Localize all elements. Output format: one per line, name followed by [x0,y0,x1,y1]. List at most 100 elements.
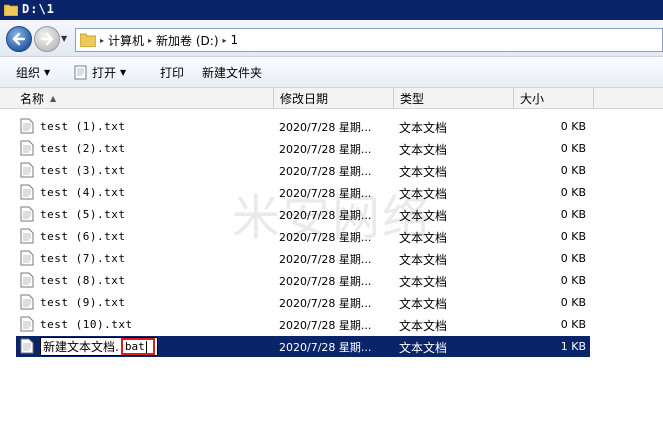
address-bar[interactable]: ▸ 计算机 ▸ 新加卷 (D:) ▸ 1 [75,28,663,52]
open-button[interactable]: 打开 ▼ [74,64,126,80]
breadcrumb-computer[interactable]: 计算机 [108,32,144,49]
column-header: 名称 ▲ 修改日期 类型 大小 [0,88,663,109]
file-row[interactable]: test (8).txt 2020/7/28 星期... 文本文档 0 KB [16,270,590,291]
rename-extension-highlight: bat [120,338,155,355]
file-name: test (9).txt [40,296,126,309]
breadcrumb-folder[interactable]: 1 [231,33,239,47]
file-name: test (7).txt [40,252,126,265]
chevron-right-icon[interactable]: ▸ [148,36,152,45]
file-type: 文本文档 [399,253,448,267]
file-row[interactable]: test (10).txt 2020/7/28 星期... 文本文档 0 KB [16,314,590,335]
column-type-label: 类型 [400,91,425,106]
file-name: test (1).txt [40,120,126,133]
file-size: 0 KB [560,120,586,133]
file-size: 0 KB [560,208,586,221]
file-size: 0 KB [560,318,586,331]
column-size[interactable]: 大小 [514,88,594,108]
file-size: 0 KB [560,274,586,287]
text-file-icon [20,118,34,134]
text-file-icon [20,316,34,332]
column-size-label: 大小 [520,91,545,106]
file-name: test (3).txt [40,164,126,177]
print-label: 打印 [160,65,185,80]
rename-base-text: 新建文本文档. [43,340,119,354]
file-size: 0 KB [560,296,586,309]
column-name-label: 名称 [20,91,45,106]
text-file-icon [20,140,34,156]
text-file-icon [20,272,34,288]
new-folder-label: 新建文件夹 [202,65,263,80]
folder-icon [80,33,96,47]
rename-input[interactable]: 新建文本文档. bat [40,337,158,356]
file-row[interactable]: test (7).txt 2020/7/28 星期... 文本文档 0 KB [16,248,590,269]
file-type: 文本文档 [399,297,448,311]
file-row-selected[interactable]: 新建文本文档. bat 2020/7/28 星期... 文本文档 1 KB [16,336,590,357]
file-size: 0 KB [560,164,586,177]
history-dropdown-icon[interactable]: ▼ [61,34,69,43]
column-name[interactable]: 名称 ▲ [14,88,274,108]
file-name: test (5).txt [40,208,126,221]
file-size: 0 KB [560,142,586,155]
file-date: 2020/7/28 星期... [279,319,372,332]
file-row[interactable]: test (9).txt 2020/7/28 星期... 文本文档 0 KB [16,292,590,313]
file-date: 2020/7/28 星期... [279,297,372,310]
arrow-left-icon [12,32,26,46]
file-row[interactable]: test (1).txt 2020/7/28 星期... 文本文档 0 KB [16,116,590,137]
file-size: 0 KB [560,252,586,265]
text-file-icon [20,228,34,244]
chevron-down-icon: ▼ [120,67,127,77]
column-date[interactable]: 修改日期 [274,88,394,108]
file-size: 1 KB [560,340,586,353]
file-size: 0 KB [560,230,586,243]
file-type: 文本文档 [399,319,448,333]
rename-extension-text: bat [124,340,145,353]
breadcrumb-drive[interactable]: 新加卷 (D:) [156,32,218,49]
file-type: 文本文档 [399,275,448,289]
window-title: D:\1 [22,2,55,16]
breadcrumb: ▸ 计算机 ▸ 新加卷 (D:) ▸ 1 [100,32,238,48]
column-type[interactable]: 类型 [394,88,514,108]
file-date: 2020/7/28 星期... [279,275,372,288]
text-file-icon [20,206,34,222]
open-label: 打开 [92,65,117,80]
chevron-right-icon[interactable]: ▸ [100,36,104,45]
sort-up-icon: ▲ [50,93,57,103]
file-type: 文本文档 [399,121,448,135]
new-folder-button[interactable]: 新建文件夹 [202,64,262,80]
file-name: test (10).txt [40,318,133,331]
file-name: test (4).txt [40,186,126,199]
organize-button[interactable]: 组织 ▼ [16,64,50,80]
chevron-right-icon[interactable]: ▸ [223,36,227,45]
forward-button[interactable] [34,26,60,52]
text-caret [145,341,147,353]
command-bar: 组织 ▼ 打开 ▼ 打印 新建文件夹 [0,57,663,88]
file-name: test (8).txt [40,274,126,287]
organize-label: 组织 [16,65,41,80]
file-name: test (2).txt [40,142,126,155]
arrow-right-icon [40,32,54,46]
file-type: 文本文档 [399,143,448,157]
print-button[interactable]: 打印 [160,64,184,80]
file-name: test (6).txt [40,230,126,243]
title-bar[interactable]: D:\1 [0,0,663,20]
file-date: 2020/7/28 星期... [279,143,372,156]
file-size: 0 KB [560,186,586,199]
file-row[interactable]: test (2).txt 2020/7/28 星期... 文本文档 0 KB [16,138,590,159]
navigation-bar: ▼ ▸ 计算机 ▸ 新加卷 (D:) ▸ 1 [0,20,663,57]
file-date: 2020/7/28 星期... [279,121,372,134]
text-file-icon [20,338,34,354]
back-button[interactable] [6,26,32,52]
chevron-down-icon: ▼ [44,67,51,77]
folder-icon [4,4,18,16]
file-type: 文本文档 [399,341,448,355]
document-icon [74,65,87,79]
watermark: 米安网络 [232,190,433,246]
column-date-label: 修改日期 [280,91,329,106]
file-date: 2020/7/28 星期... [279,341,372,354]
file-date: 2020/7/28 星期... [279,253,372,266]
text-file-icon [20,162,34,178]
text-file-icon [20,184,34,200]
file-date: 2020/7/28 星期... [279,165,372,178]
text-file-icon [20,250,34,266]
text-file-icon [20,294,34,310]
